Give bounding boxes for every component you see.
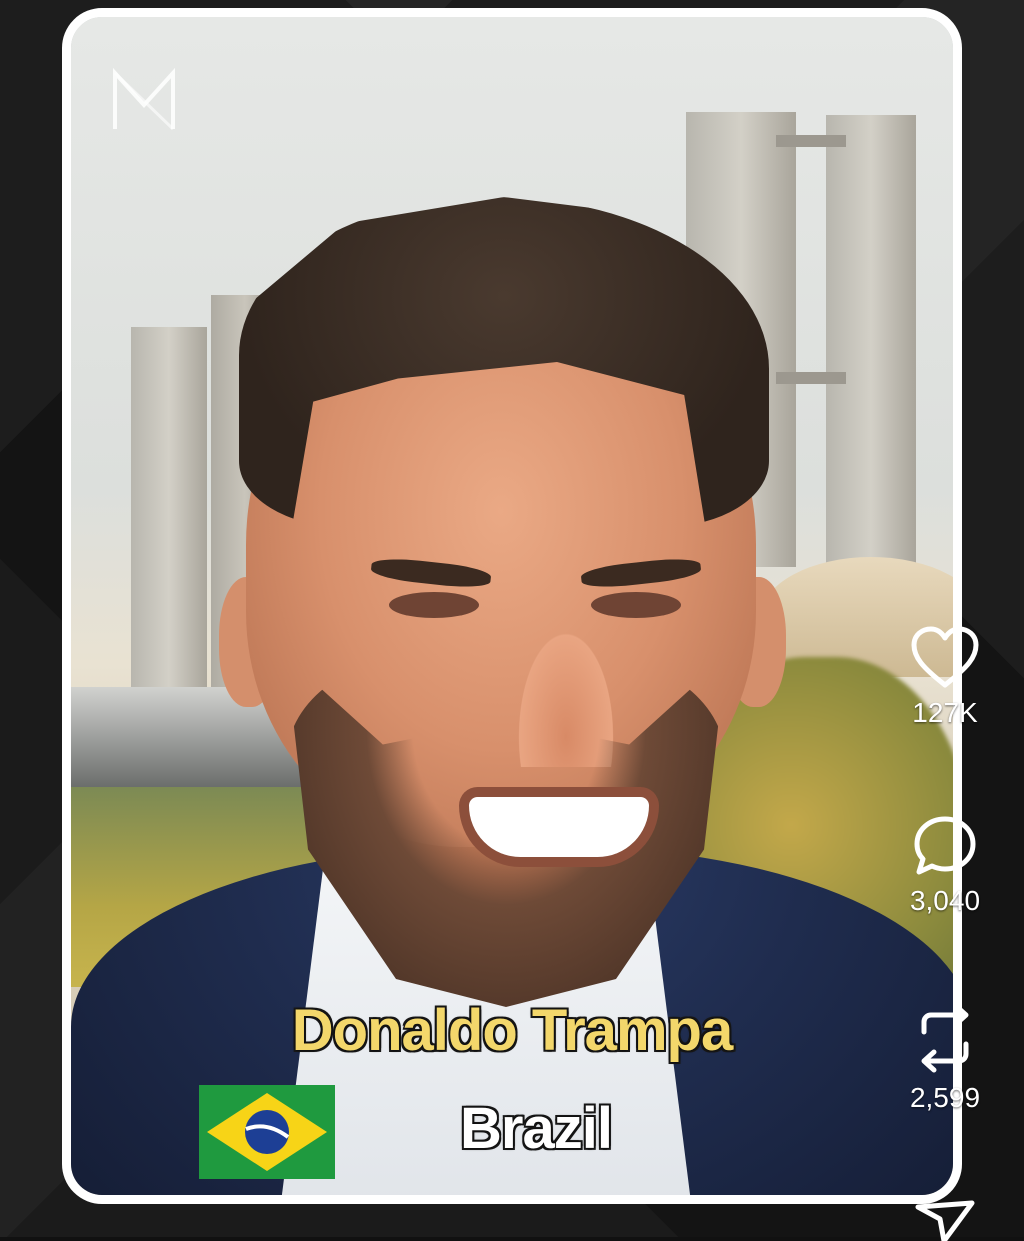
send-icon [915,1200,975,1241]
video-player[interactable]: Donaldo Trampa Brazil [62,8,962,1204]
comment-icon [914,816,976,875]
like-count: 127K [912,697,978,728]
share-button[interactable] [895,1197,995,1241]
comment-count: 3,040 [909,885,981,916]
comment-button[interactable]: 3,040 [895,813,995,917]
like-button[interactable]: 127K [895,625,995,729]
brazil-flag-icon [199,1085,335,1179]
caption-country: Brazil [460,1096,613,1161]
heart-icon [911,626,979,688]
repost-icon [921,1003,969,1073]
repost-count: 2,599 [909,1082,981,1113]
caption-name: Donaldo Trampa [291,998,733,1063]
m-logo-icon [113,67,175,131]
repost-button[interactable]: 2,599 [895,1000,995,1114]
